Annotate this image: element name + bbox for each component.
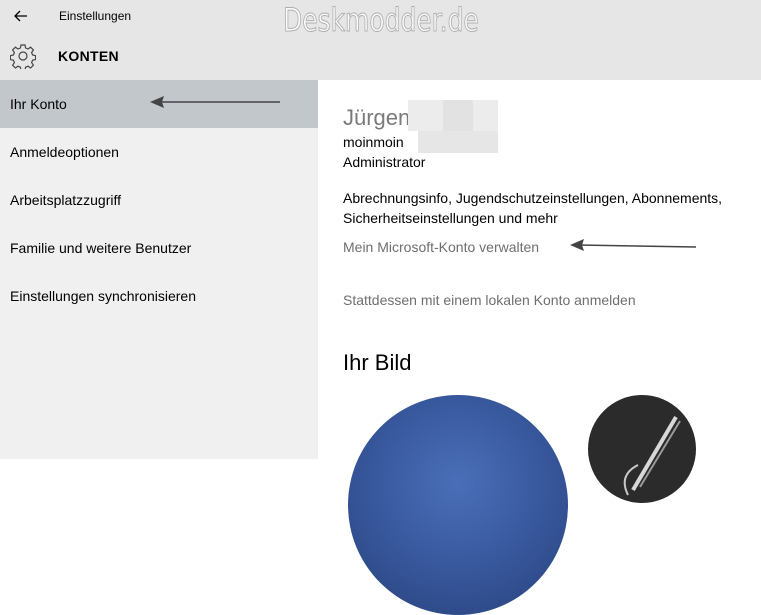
account-description: Abrechnungsinfo, Jugendschutzeinstellung… — [343, 190, 723, 226]
pen-icon — [623, 415, 681, 496]
main-content: Jürgen moinmoin Administrator Abrechnung… — [318, 80, 761, 615]
sidebar-item-anmeldeoptionen[interactable]: Anmeldeoptionen — [0, 128, 318, 176]
sidebar-item-familie[interactable]: Familie und weitere Benutzer — [0, 224, 318, 272]
redacted-block — [418, 131, 498, 153]
annotation-arrow — [150, 96, 280, 108]
sidebar-item-synchronisieren[interactable]: Einstellungen synchronisieren — [0, 272, 318, 320]
picture-heading: Ihr Bild — [343, 350, 412, 375]
avatar — [348, 395, 568, 615]
account-name: Jürgen — [343, 105, 411, 130]
app-title: Einstellungen — [59, 9, 132, 23]
section-header: KONTEN — [0, 32, 761, 80]
sidebar-item-arbeitsplatzzugriff[interactable]: Arbeitsplatzzugriff — [0, 176, 318, 224]
sidebar-item-label: Anmeldeoptionen — [10, 144, 119, 160]
annotation-arrow — [570, 239, 697, 251]
page-title: KONTEN — [58, 48, 119, 64]
local-account-link[interactable]: Stattdessen mit einem lokalen Konto anme… — [343, 292, 636, 308]
account-role: Administrator — [343, 154, 426, 170]
sidebar-item-label: Ihr Konto — [10, 96, 67, 112]
sidebar-item-label: Familie und weitere Benutzer — [10, 240, 192, 256]
sidebar-item-label: Einstellungen synchronisieren — [10, 288, 196, 304]
avatar-option[interactable] — [588, 395, 696, 503]
account-email: moinmoin — [343, 134, 404, 150]
sidebar: Ihr Konto Anmeldeoptionen Arbeitsplatzzu… — [0, 80, 318, 459]
back-button[interactable] — [10, 6, 32, 26]
back-arrow-icon — [14, 10, 27, 22]
gear-icon — [10, 44, 36, 69]
manage-account-link[interactable]: Mein Microsoft-Konto verwalten — [343, 239, 539, 255]
sidebar-item-label: Arbeitsplatzzugriff — [10, 192, 122, 208]
title-bar: Einstellungen Deskmodder.de — [0, 0, 761, 40]
